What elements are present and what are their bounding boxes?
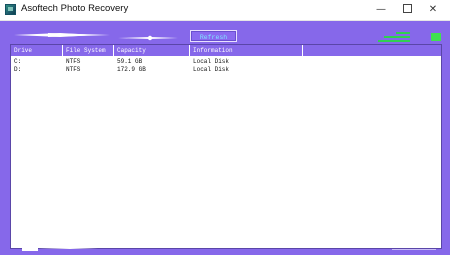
- close-icon: ✕: [428, 4, 438, 15]
- window-title: Asoftech Photo Recovery: [21, 3, 129, 14]
- maximize-icon: [402, 3, 412, 13]
- column-drive[interactable]: Drive: [11, 45, 63, 56]
- cell-file-system: NTFS: [66, 58, 81, 65]
- status-bar-line-2: [384, 36, 410, 38]
- bottom-dot-1: [112, 244, 116, 248]
- bottom-decoration: [38, 244, 436, 250]
- main-panel: Refresh Drive File System Capacity Infor…: [0, 21, 450, 255]
- minimize-button[interactable]: —: [368, 0, 394, 20]
- cell-capacity: 59.1 GB: [117, 58, 143, 65]
- bottom-line: [392, 249, 436, 250]
- refresh-button[interactable]: Refresh: [190, 30, 237, 42]
- bottom-streak-2: [110, 244, 188, 248]
- bottom-dot-2: [184, 244, 188, 248]
- table-row[interactable]: C: NTFS 59.1 GB Local Disk: [11, 58, 441, 66]
- streak-dot: [147, 35, 153, 41]
- cell-file-system: NTFS: [66, 66, 81, 73]
- column-empty: [303, 45, 441, 56]
- cell-drive: D:: [14, 66, 22, 73]
- cell-capacity: 172.9 GB: [117, 66, 146, 73]
- bottom-streak-3: [198, 245, 262, 247]
- column-information[interactable]: Information: [190, 45, 303, 56]
- title-bar: Asoftech Photo Recovery — ✕: [0, 0, 450, 21]
- column-capacity[interactable]: Capacity: [114, 45, 190, 56]
- streak-2: [48, 33, 110, 37]
- cell-information: Local Disk: [193, 58, 230, 65]
- bottom-dot-3: [294, 244, 298, 248]
- column-file-system[interactable]: File System: [63, 45, 114, 56]
- cell-information: Local Disk: [193, 66, 230, 73]
- status-indicator: [431, 33, 441, 41]
- drive-list-header: Drive File System Capacity Information: [11, 45, 441, 57]
- minimize-icon: —: [376, 4, 386, 15]
- bottom-streak-1: [38, 247, 98, 249]
- app-icon: [5, 4, 16, 15]
- cell-drive: C:: [14, 58, 22, 65]
- bottom-streak-4: [292, 244, 372, 248]
- status-bar-line-3: [378, 40, 410, 42]
- maximize-button[interactable]: [394, 0, 420, 20]
- table-row[interactable]: D: NTFS 172.9 GB Local Disk: [11, 66, 441, 74]
- status-bar-line-1: [396, 32, 410, 34]
- close-button[interactable]: ✕: [420, 0, 446, 20]
- drive-list[interactable]: Drive File System Capacity Information C…: [10, 44, 442, 249]
